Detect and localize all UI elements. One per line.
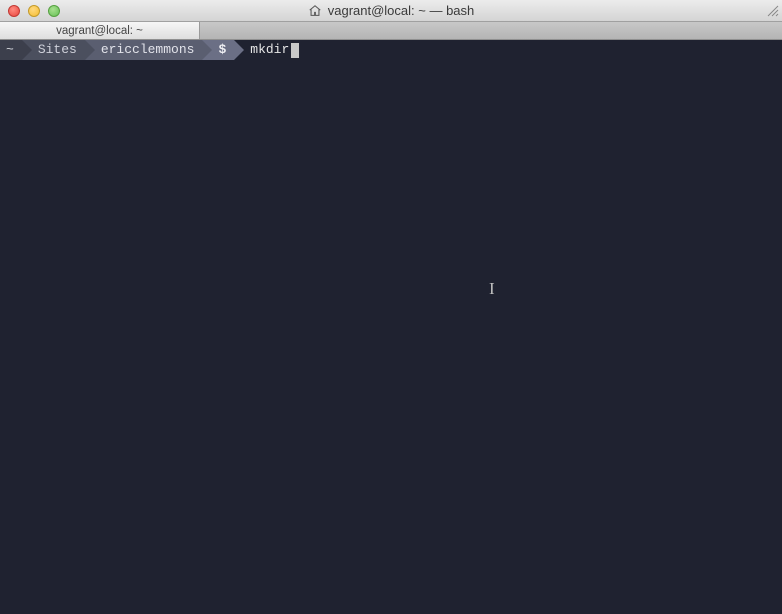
tab-bar: vagrant@local: ~	[0, 22, 782, 40]
prompt-seg-home-text: ~	[6, 41, 14, 59]
prompt-seg-sites-text: Sites	[38, 41, 77, 59]
ibeam-cursor-icon: I	[489, 280, 495, 298]
tab-label: vagrant@local: ~	[56, 25, 143, 37]
tab-active[interactable]: vagrant@local: ~	[0, 22, 200, 39]
home-icon	[308, 4, 322, 18]
prompt-line: ~ Sites ericclemmons $ mkdir	[0, 40, 782, 60]
prompt-segment-home: ~	[0, 40, 22, 60]
prompt-dollar-text: $	[218, 41, 226, 59]
window-titlebar: vagrant@local: ~ — bash	[0, 0, 782, 22]
prompt-segment-dir: ericclemmons	[85, 40, 203, 60]
terminal-cursor	[291, 43, 299, 58]
resize-icon[interactable]	[766, 4, 780, 18]
title-content: vagrant@local: ~ — bash	[0, 3, 782, 18]
minimize-button[interactable]	[28, 5, 40, 17]
command-text: mkdir	[250, 41, 289, 59]
terminal-area[interactable]: ~ Sites ericclemmons $ mkdir I	[0, 40, 782, 614]
prompt-seg-dir-text: ericclemmons	[101, 41, 195, 59]
zoom-button[interactable]	[48, 5, 60, 17]
window-title-text: vagrant@local: ~ — bash	[328, 3, 475, 18]
close-button[interactable]	[8, 5, 20, 17]
traffic-lights	[0, 5, 60, 17]
